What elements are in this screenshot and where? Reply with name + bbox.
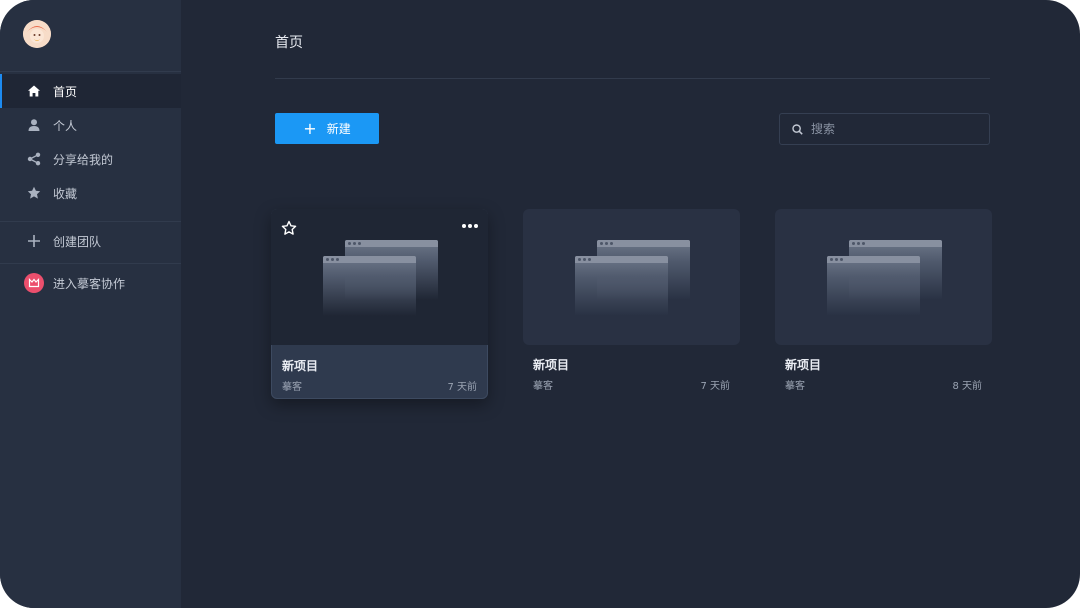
header-divider xyxy=(275,78,990,79)
sidebar-divider xyxy=(0,71,181,72)
new-button-label: 新建 xyxy=(326,122,351,136)
home-icon xyxy=(27,84,41,98)
new-project-button[interactable]: + 新建 xyxy=(275,113,379,144)
sidebar-item-shared[interactable]: 分享给我的 xyxy=(0,142,181,176)
sidebar-item-favorites[interactable]: 收藏 xyxy=(0,176,181,210)
create-team-label: 创建团队 xyxy=(53,234,102,249)
project-owner: 摹客 xyxy=(533,381,553,392)
sidebar-item-label: 分享给我的 xyxy=(53,152,114,167)
project-card[interactable]: 新项目 摹客 7 天前 xyxy=(271,209,488,399)
search-icon xyxy=(792,123,803,135)
avatar[interactable] xyxy=(23,20,51,48)
search-box[interactable] xyxy=(779,113,990,145)
sidebar-divider xyxy=(0,221,181,222)
project-thumbnail[interactable] xyxy=(271,209,488,345)
user-icon xyxy=(27,118,41,132)
project-title: 新项目 xyxy=(282,359,319,373)
project-title: 新项目 xyxy=(533,358,570,372)
enter-collab-link[interactable]: 进入摹客协作 xyxy=(0,266,181,300)
page-title: 首页 xyxy=(275,35,303,51)
star-icon xyxy=(27,186,41,200)
project-card[interactable]: 新项目 摹客 8 天前 xyxy=(775,209,992,399)
create-team-button[interactable]: 创建团队 xyxy=(0,224,181,258)
avatar-face-icon xyxy=(23,20,51,48)
project-time: 8 天前 xyxy=(952,381,982,392)
window-illustration xyxy=(827,256,920,316)
sidebar-item-home[interactable]: 首页 xyxy=(0,74,181,108)
project-time: 7 天前 xyxy=(700,381,730,392)
window-illustration xyxy=(575,256,668,316)
sidebar: 首页 个人 分享给我的 收藏 创建团队 进入摹客协作 xyxy=(0,0,181,608)
project-owner: 摹客 xyxy=(282,382,302,393)
share-icon xyxy=(27,152,41,166)
sidebar-item-label: 收藏 xyxy=(53,186,78,201)
sidebar-nav: 首页 个人 分享给我的 收藏 xyxy=(0,74,181,210)
collab-logo-icon xyxy=(24,273,44,293)
window-illustration xyxy=(323,256,416,316)
project-owner: 摹客 xyxy=(785,381,805,392)
plus-icon xyxy=(27,234,41,248)
sidebar-item-label: 首页 xyxy=(53,84,78,99)
sidebar-divider xyxy=(0,263,181,264)
plus-icon: + xyxy=(303,118,317,138)
collab-label: 进入摹客协作 xyxy=(53,276,126,291)
project-title: 新项目 xyxy=(785,358,822,372)
project-card[interactable]: 新项目 摹客 7 天前 xyxy=(523,209,740,399)
project-thumbnail[interactable] xyxy=(523,209,740,345)
more-options-icon[interactable] xyxy=(462,223,478,229)
app-window: 首页 个人 分享给我的 收藏 创建团队 进入摹客协作 首页 + 新建 搜索 新项… xyxy=(0,0,1080,608)
project-time: 7 天前 xyxy=(447,382,477,393)
favorite-star-icon[interactable] xyxy=(281,220,297,236)
sidebar-item-personal[interactable]: 个人 xyxy=(0,108,181,142)
project-thumbnail[interactable] xyxy=(775,209,992,345)
search-input[interactable] xyxy=(811,122,981,136)
sidebar-item-label: 个人 xyxy=(53,118,78,133)
